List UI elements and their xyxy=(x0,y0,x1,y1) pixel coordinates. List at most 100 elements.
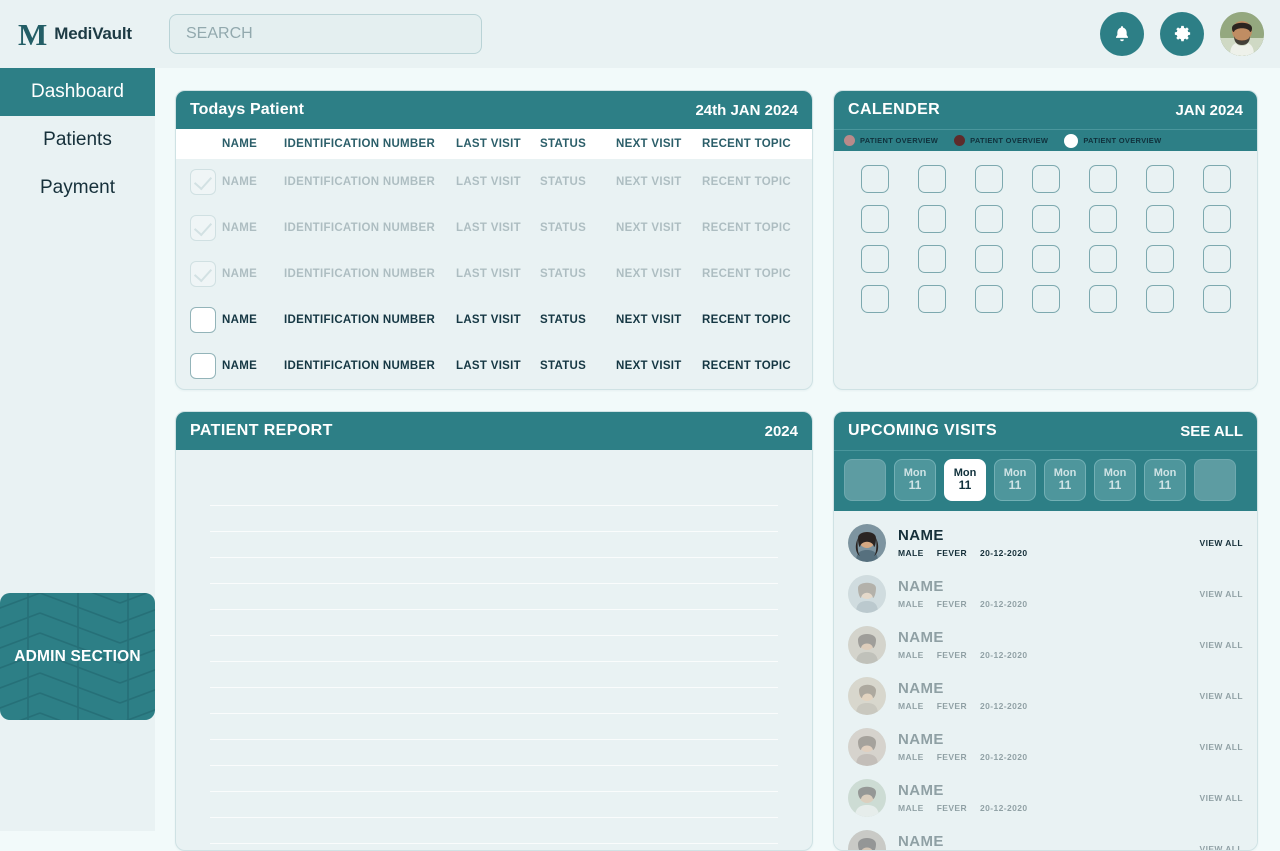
cell-status: STATUS xyxy=(540,222,587,234)
visit-date: 20-12-2020 xyxy=(980,751,1028,762)
visit-info: NAME MALE FEVER 20-12-2020 xyxy=(898,833,1188,850)
calendar-day-cell[interactable] xyxy=(1088,285,1117,313)
calendar-day-cell[interactable] xyxy=(1031,245,1060,273)
row-checkbox[interactable] xyxy=(190,307,216,333)
visit-date: 20-12-2020 xyxy=(980,547,1028,558)
view-all-link[interactable]: VIEW ALL xyxy=(1200,844,1244,851)
table-row[interactable]: NAME IDENTIFICATION NUMBER LAST VISIT ST… xyxy=(176,343,812,389)
calendar-day-cell[interactable] xyxy=(860,245,889,273)
date-chip[interactable]: Mon 11 xyxy=(1144,459,1186,501)
date-chip-next[interactable] xyxy=(1194,459,1236,501)
calendar-day-cell[interactable] xyxy=(974,205,1003,233)
calendar-day-cell[interactable] xyxy=(974,285,1003,313)
calendar-day-cell[interactable] xyxy=(974,245,1003,273)
visit-meta: MALE FEVER 20-12-2020 xyxy=(898,752,1188,762)
visit-info: NAME MALE FEVER 20-12-2020 xyxy=(898,680,1188,710)
calendar-day-cell[interactable] xyxy=(860,285,889,313)
calendar-day-cell[interactable] xyxy=(1088,245,1117,273)
calendar-day-cell[interactable] xyxy=(917,285,946,313)
sidebar-item-payment[interactable]: Payment xyxy=(0,164,155,212)
legend-item[interactable]: PATIENT OVERVIEW xyxy=(1064,133,1162,148)
patient-gender: MALE xyxy=(898,751,924,762)
list-item[interactable]: NAME MALE FEVER 20-12-2020 VIEW ALL xyxy=(834,619,1257,670)
calendar-day-cell[interactable] xyxy=(1088,205,1117,233)
view-all-link[interactable]: VIEW ALL xyxy=(1200,538,1244,548)
row-checkbox[interactable] xyxy=(190,169,216,195)
legend-item[interactable]: PATIENT OVERVIEW xyxy=(844,135,938,146)
calendar-day-cell[interactable] xyxy=(1145,205,1174,233)
search-input[interactable] xyxy=(169,14,482,54)
settings-button[interactable] xyxy=(1160,12,1204,56)
cell-last-visit: LAST VISIT xyxy=(456,314,521,326)
calendar-day-cell[interactable] xyxy=(860,165,889,193)
calendar-day-cell[interactable] xyxy=(1031,285,1060,313)
row-checkbox[interactable] xyxy=(190,261,216,287)
list-item[interactable]: NAME MALE FEVER 20-12-2020 VIEW ALL xyxy=(834,721,1257,772)
calendar-day-cell[interactable] xyxy=(917,245,946,273)
calendar-day-cell[interactable] xyxy=(1088,165,1117,193)
list-item[interactable]: NAME MALE FEVER 20-12-2020 VIEW ALL xyxy=(834,772,1257,823)
cell-name: NAME xyxy=(222,222,258,234)
row-checkbox[interactable] xyxy=(190,353,216,379)
date-chip-day: 11 xyxy=(1108,478,1122,493)
search-container xyxy=(169,14,482,54)
calendar-day-cell[interactable] xyxy=(1145,165,1174,193)
cell-status: STATUS xyxy=(540,176,587,188)
date-chip-day: 11 xyxy=(958,478,972,493)
calendar-day-cell[interactable] xyxy=(917,165,946,193)
calendar-panel: CALENDER JAN 2024 PATIENT OVERVIEW PATIE… xyxy=(833,90,1258,390)
cell-next-visit: NEXT VISIT xyxy=(616,222,682,234)
see-all-button[interactable]: SEE ALL xyxy=(1180,423,1243,440)
avatar[interactable] xyxy=(1220,12,1264,56)
date-chip-selected[interactable]: Mon 11 xyxy=(944,459,986,501)
date-chip-prev[interactable] xyxy=(844,459,886,501)
row-checkbox[interactable] xyxy=(190,215,216,241)
legend-item[interactable]: PATIENT OVERVIEW xyxy=(954,135,1048,146)
cell-name: NAME xyxy=(222,314,258,326)
calendar-day-cell[interactable] xyxy=(1031,205,1060,233)
legend-label: PATIENT OVERVIEW xyxy=(1083,136,1162,145)
calendar-day-cell[interactable] xyxy=(1202,285,1231,313)
avatar xyxy=(848,829,886,850)
notification-button[interactable] xyxy=(1100,12,1144,56)
view-all-link[interactable]: VIEW ALL xyxy=(1200,742,1244,752)
page-title: Todays Patient xyxy=(190,101,305,118)
calendar-day-cell[interactable] xyxy=(1145,245,1174,273)
cell-recent-topic: RECENT TOPIC xyxy=(702,222,792,234)
table-row[interactable]: NAME IDENTIFICATION NUMBER LAST VISIT ST… xyxy=(176,251,812,297)
table-row[interactable]: NAME IDENTIFICATION NUMBER LAST VISIT ST… xyxy=(176,205,812,251)
view-all-link[interactable]: VIEW ALL xyxy=(1200,589,1244,599)
col-name: NAME xyxy=(222,129,284,159)
list-item[interactable]: NAME MALE FEVER 20-12-2020 VIEW ALL xyxy=(834,517,1257,568)
avatar xyxy=(848,727,886,766)
cell-next-visit: NEXT VISIT xyxy=(616,176,682,188)
patient-condition: FEVER xyxy=(936,598,968,609)
date-chip[interactable]: Mon 11 xyxy=(894,459,936,501)
table-row[interactable]: NAME IDENTIFICATION NUMBER LAST VISIT ST… xyxy=(176,297,812,343)
calendar-day-cell[interactable] xyxy=(1202,165,1231,193)
view-all-link[interactable]: VIEW ALL xyxy=(1200,691,1244,701)
admin-section-card[interactable]: ADMIN SECTION xyxy=(0,593,155,720)
calendar-day-cell[interactable] xyxy=(974,165,1003,193)
cell-status: STATUS xyxy=(540,360,587,372)
date-chip[interactable]: Mon 11 xyxy=(1094,459,1136,501)
view-all-link[interactable]: VIEW ALL xyxy=(1200,640,1244,650)
calendar-day-cell[interactable] xyxy=(1202,205,1231,233)
list-item[interactable]: NAME MALE FEVER 20-12-2020 VIEW ALL xyxy=(834,670,1257,721)
calendar-day-cell[interactable] xyxy=(1031,165,1060,193)
calendar-day-cell[interactable] xyxy=(917,205,946,233)
date-chip[interactable]: Mon 11 xyxy=(1044,459,1086,501)
list-item[interactable]: NAME MALE FEVER 20-12-2020 VIEW ALL xyxy=(834,823,1257,850)
list-item[interactable]: NAME MALE FEVER 20-12-2020 VIEW ALL xyxy=(834,568,1257,619)
date-chip[interactable]: Mon 11 xyxy=(994,459,1036,501)
sidebar-item-patients[interactable]: Patients xyxy=(0,116,155,164)
patient-report-body[interactable] xyxy=(176,450,812,850)
table-row[interactable]: NAME IDENTIFICATION NUMBER LAST VISIT ST… xyxy=(176,159,812,205)
calendar-day-cell[interactable] xyxy=(860,205,889,233)
brand[interactable]: M MediVault xyxy=(0,0,155,68)
upcoming-visits-title: UPCOMING VISITS xyxy=(848,422,998,439)
calendar-day-cell[interactable] xyxy=(1145,285,1174,313)
sidebar-item-dashboard[interactable]: Dashboard xyxy=(0,68,155,116)
view-all-link[interactable]: VIEW ALL xyxy=(1200,793,1244,803)
calendar-day-cell[interactable] xyxy=(1202,245,1231,273)
